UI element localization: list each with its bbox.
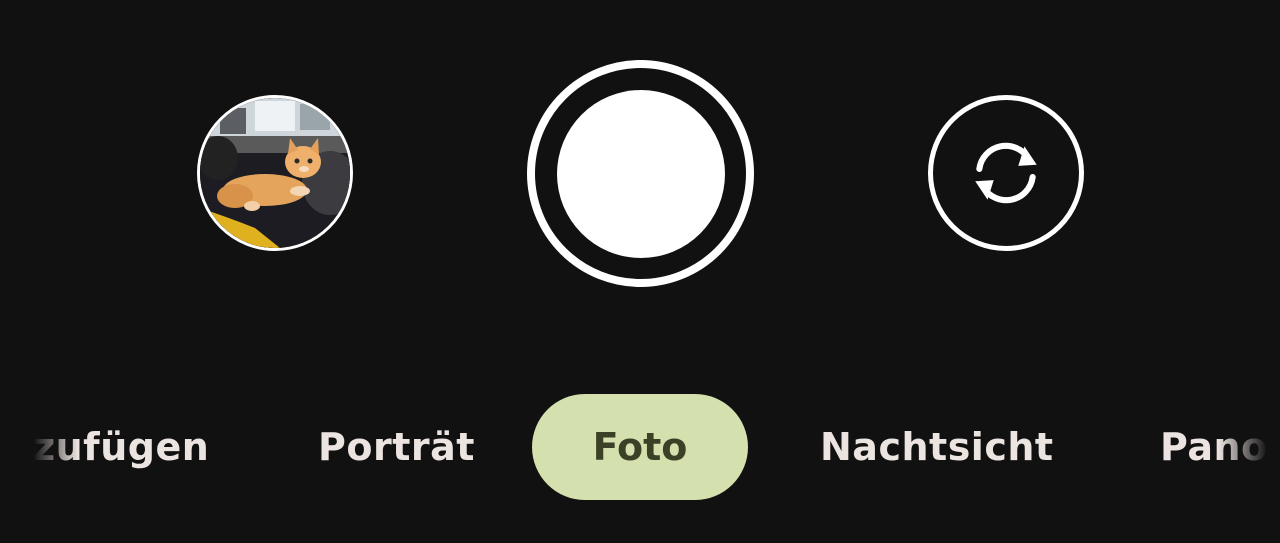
switch-camera-button[interactable]	[928, 95, 1084, 251]
mode-selector: zufügen Porträt Foto Nachtsicht Pano	[0, 392, 1280, 502]
kitten-photo-icon	[200, 98, 350, 248]
shutter-icon	[556, 89, 725, 258]
camera-controls	[0, 0, 1280, 340]
mode-portrait[interactable]: Porträt	[318, 392, 475, 502]
mode-panorama[interactable]: Pano	[1160, 392, 1268, 502]
gallery-thumbnail[interactable]	[197, 95, 353, 251]
camera-switch-icon	[975, 142, 1037, 204]
shutter-button[interactable]	[527, 60, 754, 287]
mode-add[interactable]: zufügen	[33, 392, 209, 502]
mode-night-sight[interactable]: Nachtsicht	[820, 392, 1054, 502]
mode-photo-selected[interactable]: Foto	[532, 394, 748, 500]
